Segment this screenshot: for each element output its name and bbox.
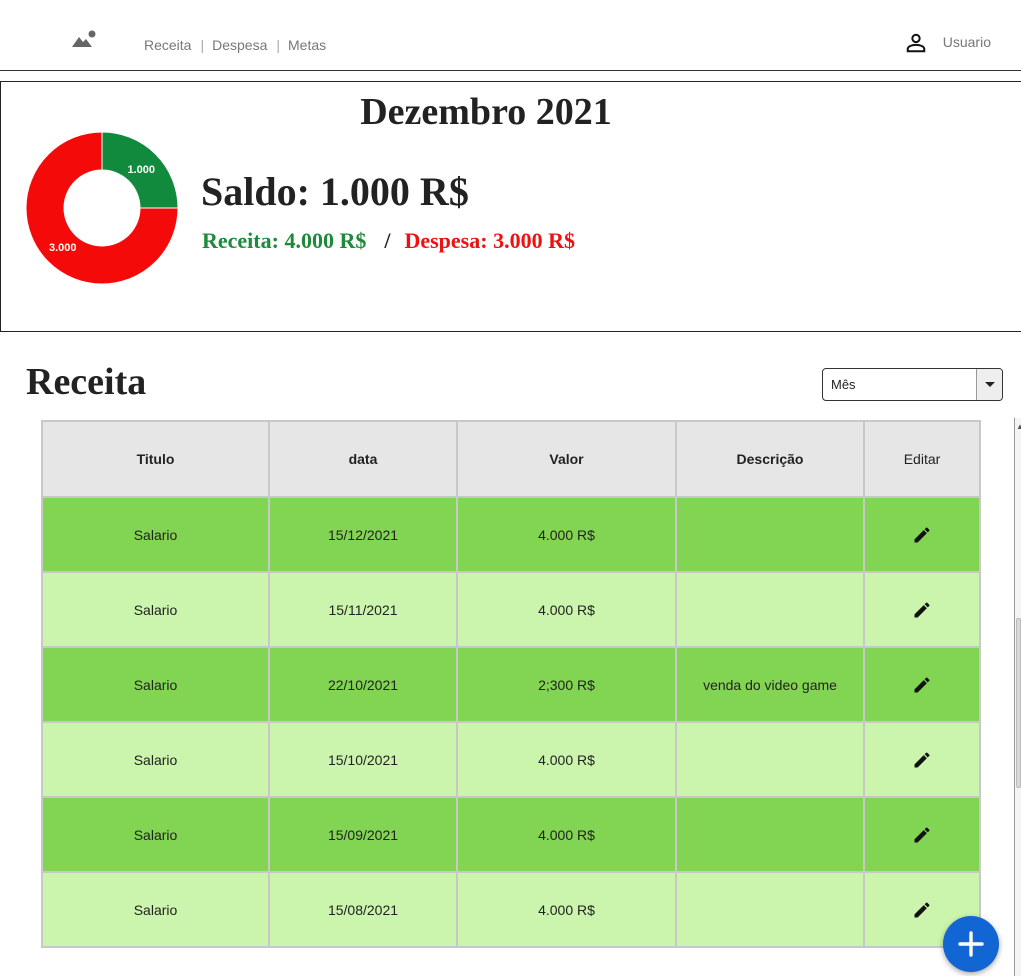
donut-slice-label: 1.000 [127, 164, 155, 176]
receita-total: Receita: 4.000 R$ [202, 228, 367, 253]
edit-cell [863, 571, 981, 648]
cell-titulo: Salario [41, 721, 270, 798]
person-icon[interactable] [905, 32, 927, 54]
cell-valor: 4.000 R$ [456, 496, 677, 573]
add-receita-button[interactable] [943, 916, 999, 972]
cell-data: 15/09/2021 [268, 796, 458, 873]
cell-descricao: venda do video game [675, 646, 865, 723]
totals-separator: / [384, 228, 391, 253]
column-header-valor[interactable]: Valor [456, 420, 677, 498]
edit-cell [863, 646, 981, 723]
cell-valor: 2;300 R$ [456, 646, 677, 723]
table-row: Salario 15/12/2021 4.000 R$ [41, 496, 981, 573]
cell-valor: 4.000 R$ [456, 871, 677, 948]
table-row: Salario 15/08/2021 4.000 R$ [41, 871, 981, 948]
edit-cell [863, 496, 981, 573]
column-header-data[interactable]: data [268, 420, 458, 498]
cell-descricao [675, 871, 865, 948]
cell-valor: 4.000 R$ [456, 571, 677, 648]
monthly-summary: Dezembro 2021 1.000 3.000 Saldo: 1.000 R$… [0, 81, 1021, 332]
pencil-icon[interactable] [912, 900, 932, 920]
cell-valor: 4.000 R$ [456, 721, 677, 798]
user-label[interactable]: Usuario [943, 34, 991, 50]
cell-titulo: Salario [41, 496, 270, 573]
top-navbar: Receita | Despesa | Metas Usuario [0, 0, 1021, 71]
table-row: Salario 15/11/2021 4.000 R$ [41, 571, 981, 648]
column-header-editar: Editar [863, 420, 981, 498]
totals-line: Receita: 4.000 R$ / Despesa: 3.000 R$ [202, 228, 575, 254]
cell-descricao [675, 571, 865, 648]
pencil-icon[interactable] [912, 525, 932, 545]
month-title: Dezembro 2021 [360, 91, 612, 133]
table-row: Salario 15/10/2021 4.000 R$ [41, 721, 981, 798]
nav-receita[interactable]: Receita [144, 37, 191, 53]
scrollbar[interactable]: ▲ [1014, 418, 1021, 976]
cell-data: 15/12/2021 [268, 496, 458, 573]
table-row: Salario 15/09/2021 4.000 R$ [41, 796, 981, 873]
cell-titulo: Salario [41, 571, 270, 648]
donut-slice-label: 3.000 [49, 242, 77, 254]
nav-divider: | [200, 37, 205, 53]
cell-data: 15/11/2021 [268, 571, 458, 648]
edit-cell [863, 796, 981, 873]
pencil-icon[interactable] [912, 825, 932, 845]
pencil-icon[interactable] [912, 750, 932, 770]
cell-data: 22/10/2021 [268, 646, 458, 723]
user-menu[interactable]: Usuario [906, 33, 991, 53]
column-header-descricao[interactable]: Descrição [675, 420, 865, 498]
edit-cell [863, 721, 981, 798]
cell-titulo: Salario [41, 646, 270, 723]
balance-donut-chart: 1.000 3.000 [25, 131, 179, 285]
receita-table: Titulo data Valor Descrição Editar Salar… [41, 420, 981, 948]
nav-divider: | [276, 37, 281, 53]
table-header-row: Titulo data Valor Descrição Editar [41, 420, 981, 498]
period-filter-select[interactable]: Mês [822, 368, 1003, 401]
image-icon[interactable] [71, 30, 97, 48]
table-row: Salario 22/10/2021 2;300 R$ venda do video … [41, 646, 981, 723]
cell-titulo: Salario [41, 796, 270, 873]
cell-data: 15/10/2021 [268, 721, 458, 798]
main-nav: Receita | Despesa | Metas [144, 37, 326, 53]
cell-data: 15/08/2021 [268, 871, 458, 948]
scrollbar-thumb[interactable] [1016, 618, 1021, 788]
cell-descricao [675, 496, 865, 573]
nav-metas[interactable]: Metas [288, 37, 326, 53]
section-title: Receita [26, 361, 147, 403]
pencil-icon[interactable] [912, 600, 932, 620]
despesa-total: Despesa: 3.000 R$ [404, 228, 575, 253]
cell-titulo: Salario [41, 871, 270, 948]
pencil-icon[interactable] [912, 675, 932, 695]
chevron-down-icon[interactable] [976, 369, 1002, 400]
period-filter-value[interactable]: Mês [831, 377, 856, 392]
saldo-text: Saldo: 1.000 R$ [201, 169, 469, 214]
cell-descricao [675, 721, 865, 798]
column-header-titulo[interactable]: Titulo [41, 420, 270, 498]
cell-descricao [675, 796, 865, 873]
cell-valor: 4.000 R$ [456, 796, 677, 873]
plus-icon[interactable] [957, 930, 985, 958]
nav-despesa[interactable]: Despesa [212, 37, 267, 53]
scroll-up-arrow-icon[interactable]: ▲ [1016, 422, 1021, 431]
